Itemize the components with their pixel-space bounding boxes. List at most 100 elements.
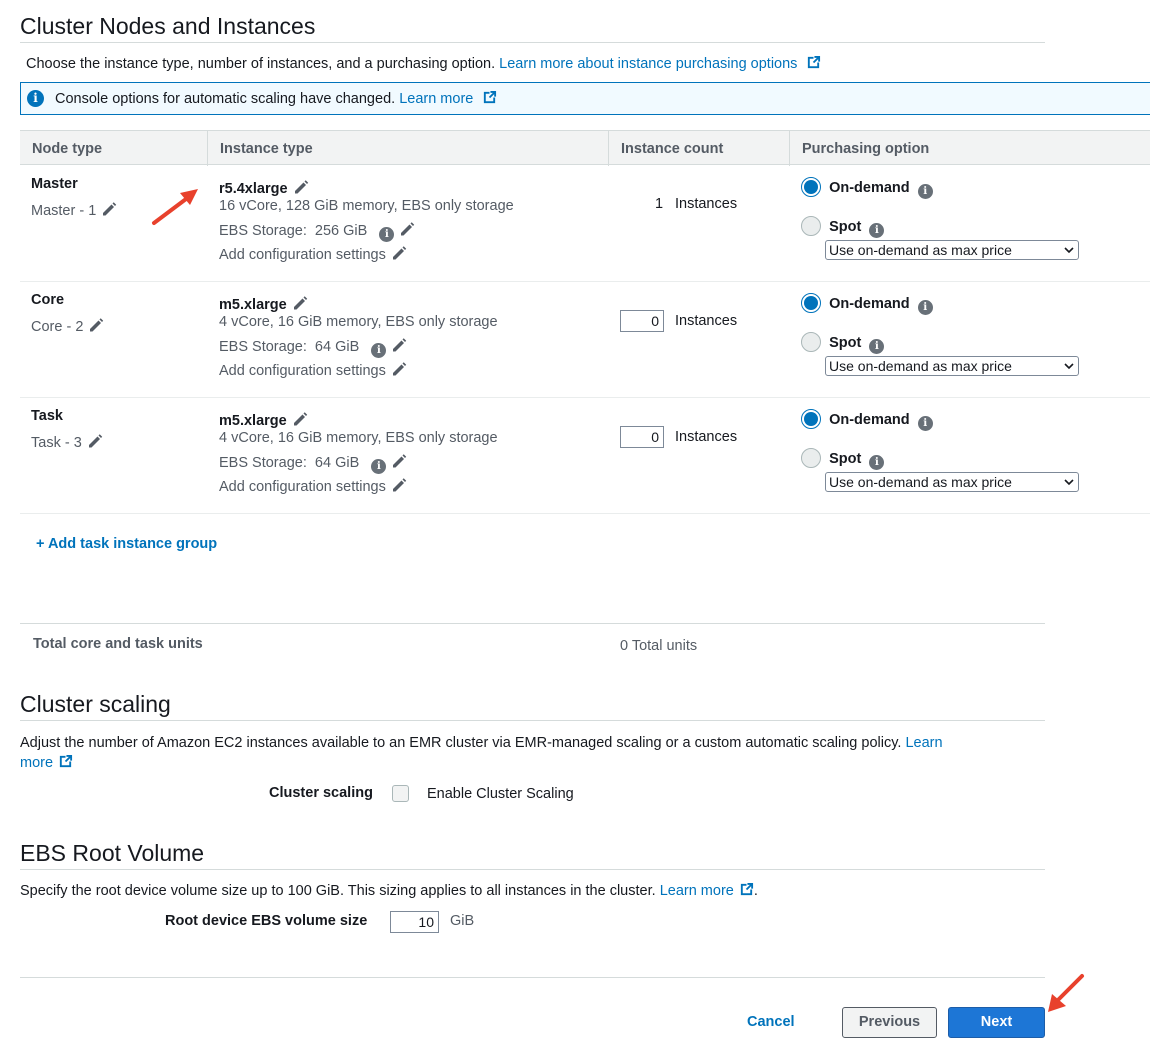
scaling-description: Adjust the number of Amazon EC2 instance… <box>20 733 1020 773</box>
ebs-label: EBS Storage: <box>219 223 307 239</box>
on-demand-label: On-demand <box>829 180 910 196</box>
instance-specs: 4 vCore, 16 GiB memory, EBS only storage <box>219 314 498 330</box>
instance-count-suffix: Instances <box>675 196 738 212</box>
next-button[interactable]: Next <box>948 1007 1045 1038</box>
instance-type: m5.xlarge <box>219 294 309 313</box>
external-link-icon[interactable] <box>806 55 821 70</box>
info-icon[interactable]: i <box>917 300 933 315</box>
info-icon[interactable]: i <box>917 184 933 199</box>
title-divider <box>20 720 1045 721</box>
on-demand-radio[interactable] <box>801 177 821 197</box>
instance-type: m5.xlarge <box>219 410 309 429</box>
scaling-learn-link[interactable]: Learn <box>905 735 942 751</box>
chevron-down-icon <box>1064 363 1074 370</box>
footer-divider <box>20 977 1045 978</box>
cancel-button[interactable]: Cancel <box>747 1014 795 1030</box>
edit-pencil-icon[interactable] <box>398 220 416 238</box>
cluster-scaling-label: Cluster scaling <box>269 785 373 801</box>
max-price-select[interactable]: Use on-demand as max price <box>825 240 1079 260</box>
external-link-icon[interactable] <box>739 882 754 897</box>
edit-pencil-icon[interactable] <box>390 476 408 494</box>
previous-button[interactable]: Previous <box>842 1007 937 1038</box>
spot-label: Spot <box>829 219 862 235</box>
instance-count-input[interactable]: 0 <box>620 310 664 332</box>
max-price-select[interactable]: Use on-demand as max price <box>825 356 1079 376</box>
chevron-down-icon <box>1064 247 1074 254</box>
ebs-storage: EBS Storage: 256 GiB i <box>219 220 416 242</box>
add-config-settings-link[interactable]: Add configuration settings <box>219 479 386 495</box>
spot-label: Spot <box>829 335 862 351</box>
purchasing-options-link[interactable]: Learn more about instance purchasing opt… <box>499 56 797 72</box>
edit-pencil-icon[interactable] <box>86 432 104 450</box>
root-volume-input[interactable]: 10 <box>390 911 439 933</box>
annotation-arrow-icon <box>152 189 198 225</box>
instance-count-input[interactable]: 0 <box>620 426 664 448</box>
add-config-settings-link[interactable]: Add configuration settings <box>219 247 386 263</box>
add-config-settings-link[interactable]: Add configuration settings <box>219 363 386 379</box>
total-divider <box>20 623 1045 624</box>
spot-option[interactable]: Spot i <box>801 448 885 470</box>
spot-option[interactable]: Spot i <box>801 216 885 238</box>
chevron-down-icon <box>1064 479 1074 486</box>
edit-pencil-icon[interactable] <box>87 316 105 334</box>
total-units-label: Total core and task units <box>33 636 203 652</box>
info-icon[interactable]: i <box>917 416 933 431</box>
info-icon[interactable]: i <box>379 227 395 242</box>
edit-pencil-icon[interactable] <box>390 360 408 378</box>
banner-learn-more-link[interactable]: Learn more <box>399 91 473 107</box>
column-divider <box>207 131 208 166</box>
edit-pencil-icon[interactable] <box>390 452 408 470</box>
add-config: Add configuration settings <box>219 476 408 495</box>
edit-pencil-icon[interactable] <box>291 410 309 428</box>
node-name: Task - 3 <box>31 432 104 451</box>
info-icon[interactable]: i <box>869 455 885 470</box>
edit-pencil-icon[interactable] <box>292 178 310 196</box>
on-demand-option[interactable]: On-demand i <box>801 293 933 315</box>
on-demand-label: On-demand <box>829 412 910 428</box>
on-demand-radio[interactable] <box>801 293 821 313</box>
spot-option[interactable]: Spot i <box>801 332 885 354</box>
on-demand-radio[interactable] <box>801 409 821 429</box>
max-price-value: Use on-demand as max price <box>829 358 1012 374</box>
ebs-description: Specify the root device volume size up t… <box>20 882 758 899</box>
table-row: Core Core - 2 m5.xlarge 4 vCore, 16 GiB … <box>0 282 1150 398</box>
scaling-section-title: Cluster scaling <box>20 691 171 717</box>
table-header: Node type Instance type Instance count P… <box>20 130 1150 166</box>
column-divider <box>608 131 609 166</box>
on-demand-option[interactable]: On-demand i <box>801 177 933 199</box>
instance-type-text: m5.xlarge <box>219 413 287 429</box>
instance-count-value: 1 <box>655 196 664 212</box>
add-task-instance-group-link[interactable]: + Add task instance group <box>36 536 217 552</box>
enable-cluster-scaling-checkbox[interactable] <box>392 785 409 802</box>
edit-pencil-icon[interactable] <box>390 336 408 354</box>
row-divider <box>20 513 1150 514</box>
node-name: Master - 1 <box>31 200 118 219</box>
edit-pencil-icon[interactable] <box>291 294 309 312</box>
scaling-description-text: Adjust the number of Amazon EC2 instance… <box>20 735 902 751</box>
banner-message: Console options for automatic scaling ha… <box>55 91 396 107</box>
info-icon[interactable]: i <box>869 339 885 354</box>
scaling-more-link[interactable]: more <box>20 755 53 771</box>
col-header-instance-type: Instance type <box>220 141 313 157</box>
node-name-text: Master - 1 <box>31 203 97 219</box>
external-link-icon[interactable] <box>482 90 497 105</box>
max-price-value: Use on-demand as max price <box>829 242 1012 258</box>
external-link-icon[interactable] <box>58 754 73 769</box>
spot-radio[interactable] <box>801 332 821 352</box>
on-demand-option[interactable]: On-demand i <box>801 409 933 431</box>
edit-pencil-icon[interactable] <box>390 244 408 262</box>
ebs-learn-more-link[interactable]: Learn more <box>660 883 734 899</box>
banner-text: Console options for automatic scaling ha… <box>55 90 497 107</box>
info-icon[interactable]: i <box>371 459 387 474</box>
info-icon[interactable]: i <box>869 223 885 238</box>
enable-cluster-scaling-label[interactable]: Enable Cluster Scaling <box>427 786 574 802</box>
max-price-select[interactable]: Use on-demand as max price <box>825 472 1079 492</box>
spot-radio[interactable] <box>801 448 821 468</box>
table-row: Task Task - 3 m5.xlarge 4 vCore, 16 GiB … <box>0 398 1150 514</box>
info-banner: i Console options for automatic scaling … <box>20 82 1150 115</box>
col-header-instance-count: Instance count <box>621 141 724 157</box>
edit-pencil-icon[interactable] <box>100 200 118 218</box>
spot-radio[interactable] <box>801 216 821 236</box>
info-icon[interactable]: i <box>371 343 387 358</box>
column-divider <box>789 131 790 166</box>
